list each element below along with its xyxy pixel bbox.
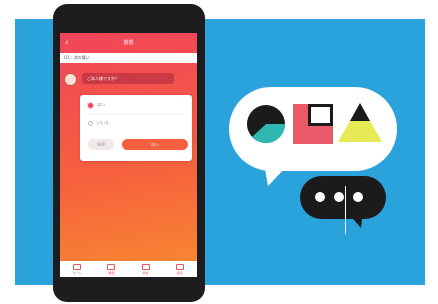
question-bubble: ご本人様ですか？ xyxy=(82,73,174,84)
tab-history[interactable]: 履歴 xyxy=(100,262,122,276)
divider xyxy=(88,114,184,115)
page-title: 質問 xyxy=(123,40,134,46)
option-no-label: いいえ xyxy=(97,120,109,125)
next-button[interactable]: 次へ xyxy=(122,139,188,150)
settings-icon xyxy=(175,263,184,270)
tab-settings-label: 設定 xyxy=(176,270,183,275)
speech-bubble-tail xyxy=(264,163,290,186)
back-button[interactable]: ‹ xyxy=(65,38,75,48)
pie-chart-icon xyxy=(247,105,286,144)
text-cursor-icon xyxy=(345,186,346,234)
typing-dot-icon xyxy=(315,192,325,202)
skip-button[interactable]: SKIP xyxy=(88,139,114,150)
tab-settings[interactable]: 設定 xyxy=(169,262,191,276)
square-shape-icon xyxy=(293,104,333,144)
avatar xyxy=(64,73,77,86)
typing-bubble-tail xyxy=(346,211,363,228)
triangle-shape-icon xyxy=(338,103,382,142)
app-header: 質問 xyxy=(60,33,197,53)
chevron-left-icon: ‹ xyxy=(65,38,69,48)
tab-history-label: 履歴 xyxy=(108,270,115,275)
topic-bar: Q1 : 涼の嗜い xyxy=(60,53,197,63)
option-no[interactable]: いいえ xyxy=(88,118,109,128)
radio-selected-icon[interactable] xyxy=(88,102,93,108)
phone-screen: 質問 ‹ Q1 : 涼の嗜い ご本人様ですか？ はい いいえ SKIP 次へ ホ… xyxy=(60,33,197,277)
option-yes-label: はい xyxy=(97,102,105,107)
tab-stats-label: 統計 xyxy=(142,270,149,275)
radio-unselected-icon[interactable] xyxy=(88,120,93,126)
home-icon xyxy=(73,263,82,270)
tab-stats[interactable]: 統計 xyxy=(135,262,157,276)
chart-icon xyxy=(141,263,150,270)
option-yes[interactable]: はい xyxy=(88,100,105,110)
answer-card: はい いいえ SKIP 次へ xyxy=(80,95,192,161)
tab-home[interactable]: ホーム xyxy=(66,262,88,276)
typing-dot-icon xyxy=(334,192,344,202)
tab-home-label: ホーム xyxy=(72,270,82,275)
typing-dot-icon xyxy=(353,192,363,202)
tab-bar: ホーム 履歴 統計 設定 xyxy=(60,261,197,277)
history-icon xyxy=(107,263,116,270)
